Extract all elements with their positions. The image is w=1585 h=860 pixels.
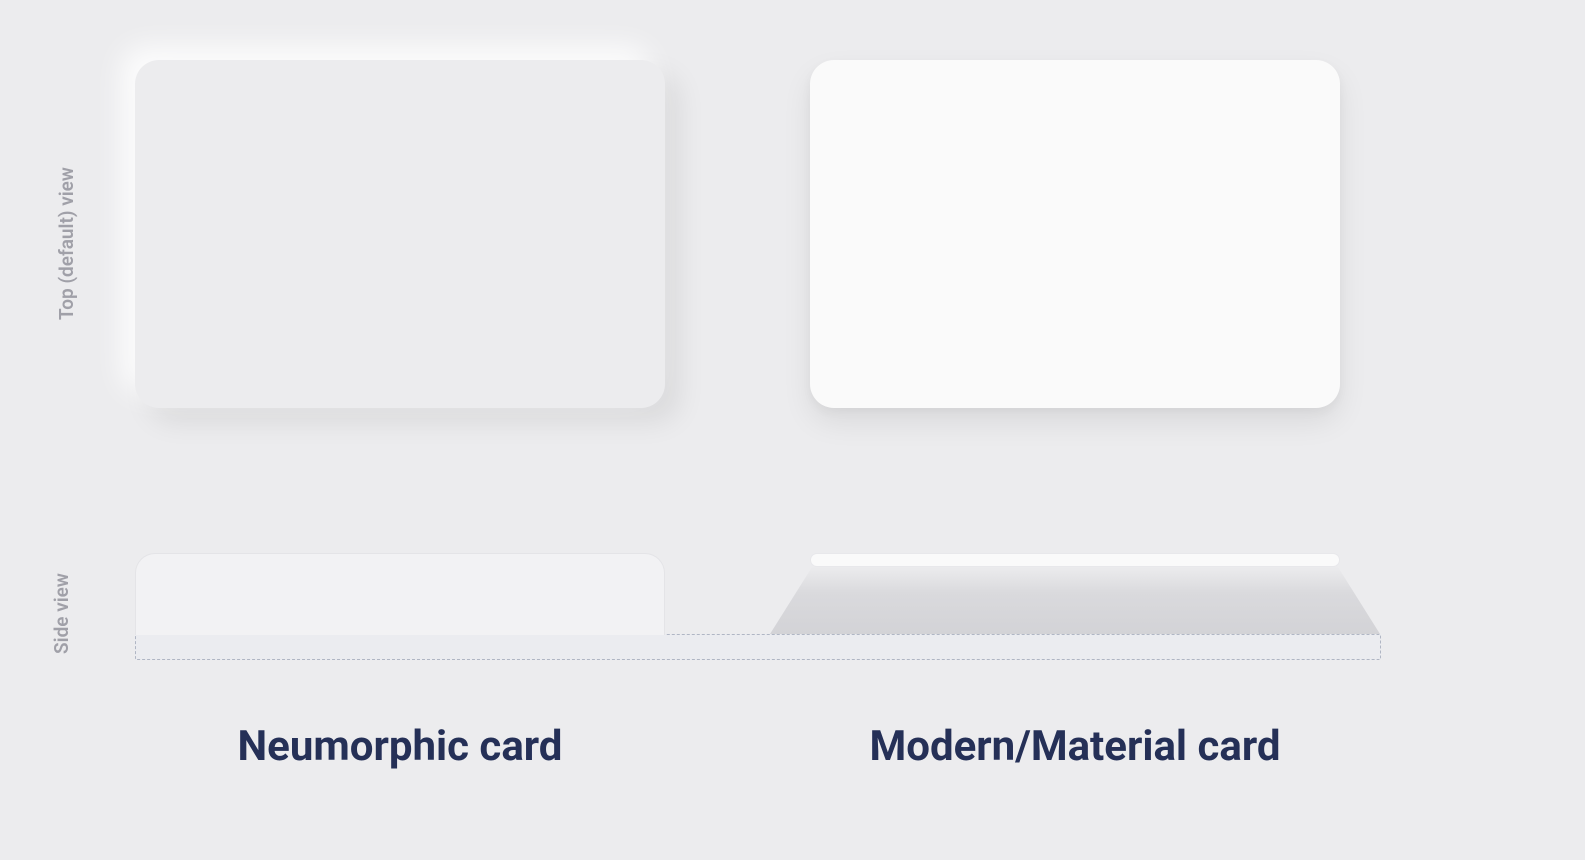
row-label-top-view: Top (default) view (55, 167, 78, 320)
row-label-side-view: Side view (50, 573, 73, 654)
neumorphic-card-side-view (135, 553, 665, 635)
column-title-neumorphic: Neumorphic card (135, 722, 665, 771)
side-view-baseline (135, 634, 1381, 660)
column-title-material: Modern/Material card (770, 722, 1380, 771)
neumorphic-card-top-view (135, 60, 665, 408)
diagram-container: Top (default) view Side view Neumorphic … (0, 0, 1585, 860)
material-card-side-shadow (770, 566, 1380, 634)
material-card-side-view (810, 553, 1340, 567)
material-card-top-view (810, 60, 1340, 408)
